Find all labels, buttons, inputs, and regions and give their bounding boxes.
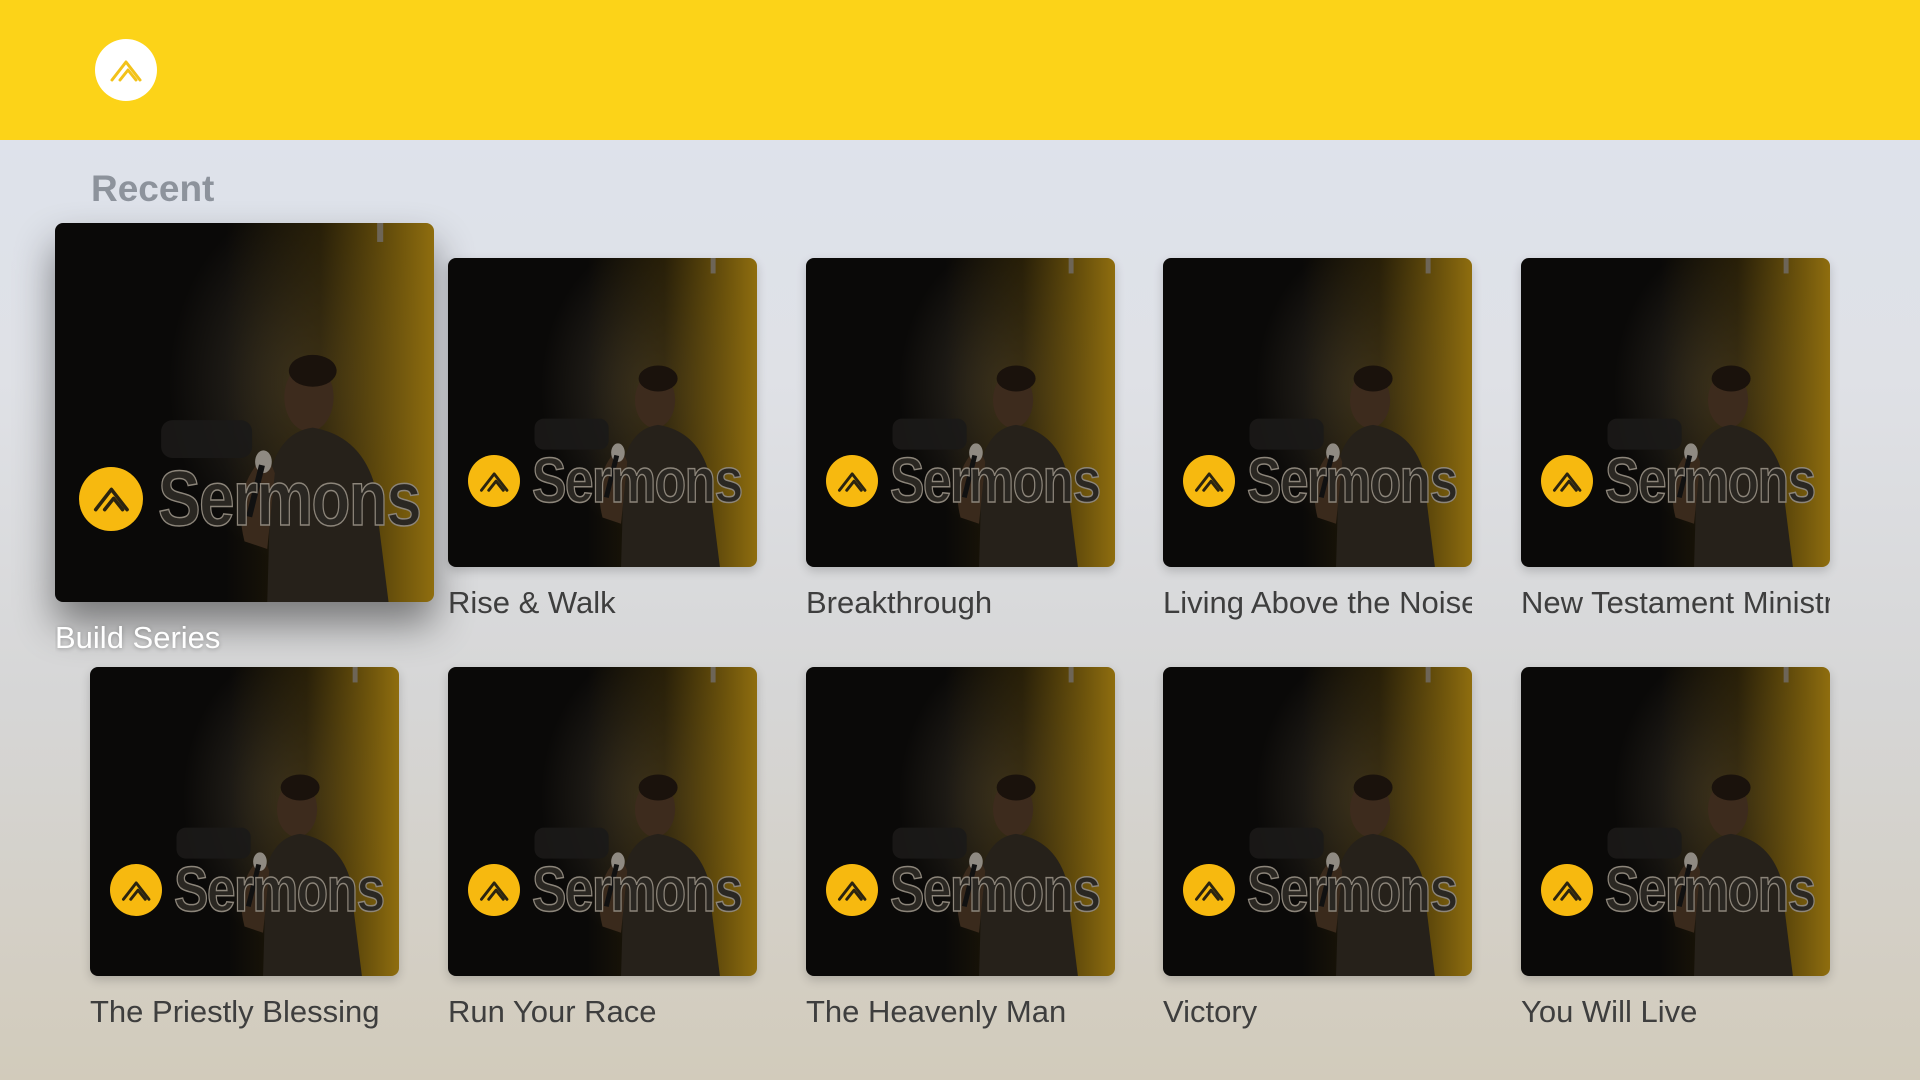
sermons-branding: Sermons <box>1183 854 1472 926</box>
sermons-wordmark: Sermons <box>889 445 1101 517</box>
sermons-branding: Sermons <box>1183 445 1472 517</box>
church-logo-icon <box>110 864 162 916</box>
sermon-title: New Testament Ministry <box>1521 585 1830 620</box>
sermons-wordmark: Sermons <box>173 854 385 926</box>
sermon-artwork: Sermons <box>1521 258 1830 567</box>
speaker-photo <box>161 223 389 602</box>
speaker-photo <box>534 667 720 976</box>
sermon-artwork: Sermons <box>1163 667 1472 976</box>
sermons-wordmark: Sermons <box>1604 445 1816 517</box>
top-bar <box>0 0 1920 140</box>
sermons-wordmark: Sermons <box>1246 854 1458 926</box>
sermon-title: You Will Live <box>1521 994 1698 1029</box>
speaker-photo <box>534 258 720 567</box>
sermon-title: Build Series <box>55 620 221 655</box>
sermon-artwork: Sermons <box>90 667 399 976</box>
sermon-title: Rise & Walk <box>448 585 616 620</box>
sermon-title: Run Your Race <box>448 994 657 1029</box>
sermons-wordmark: Sermons <box>531 854 743 926</box>
sermon-artwork: Sermons <box>1163 258 1472 567</box>
church-logo-icon <box>826 864 878 916</box>
church-logo-icon <box>1183 455 1235 507</box>
sermons-branding: Sermons <box>110 854 399 926</box>
sermons-branding: Sermons <box>79 453 434 544</box>
sermon-title: Living Above the Noise <box>1163 585 1472 620</box>
church-logo-icon <box>468 864 520 916</box>
sermon-title: Breakthrough <box>806 585 993 620</box>
speaker-photo <box>1607 667 1793 976</box>
sermon-title: The Heavenly Man <box>806 994 1067 1029</box>
sermon-artwork: Sermons <box>55 223 434 602</box>
sermons-wordmark: Sermons <box>1246 445 1458 517</box>
sermon-artwork: Sermons <box>1521 667 1830 976</box>
sermon-artwork: Sermons <box>806 258 1115 567</box>
speaker-photo <box>1607 258 1793 567</box>
sermons-branding: Sermons <box>826 854 1115 926</box>
church-logo-icon <box>826 455 878 507</box>
church-logo-icon <box>1541 455 1593 507</box>
sermons-wordmark: Sermons <box>157 453 422 543</box>
speaker-photo <box>892 667 1078 976</box>
church-logo-icon <box>468 455 520 507</box>
church-logo-icon[interactable] <box>95 39 157 101</box>
speaker-photo <box>1249 667 1435 976</box>
sermons-branding: Sermons <box>468 854 757 926</box>
sermons-branding: Sermons <box>468 445 757 517</box>
church-logo-icon <box>79 466 143 531</box>
sermons-wordmark: Sermons <box>531 445 743 517</box>
sermon-title: The Priestly Blessing <box>90 994 380 1029</box>
speaker-photo <box>1249 258 1435 567</box>
sermon-artwork: Sermons <box>806 667 1115 976</box>
sermon-artwork: Sermons <box>448 667 757 976</box>
church-logo-icon <box>1183 864 1235 916</box>
sermons-branding: Sermons <box>826 445 1115 517</box>
sermons-branding: Sermons <box>1541 854 1830 926</box>
sermons-wordmark: Sermons <box>889 854 1101 926</box>
speaker-photo <box>176 667 362 976</box>
sermons-branding: Sermons <box>1541 445 1830 517</box>
sermons-wordmark: Sermons <box>1604 854 1816 926</box>
speaker-photo <box>892 258 1078 567</box>
church-logo-icon <box>1541 864 1593 916</box>
sermon-title: Victory <box>1163 994 1258 1029</box>
section-title: Recent <box>91 168 215 209</box>
sermon-artwork: Sermons <box>448 258 757 567</box>
